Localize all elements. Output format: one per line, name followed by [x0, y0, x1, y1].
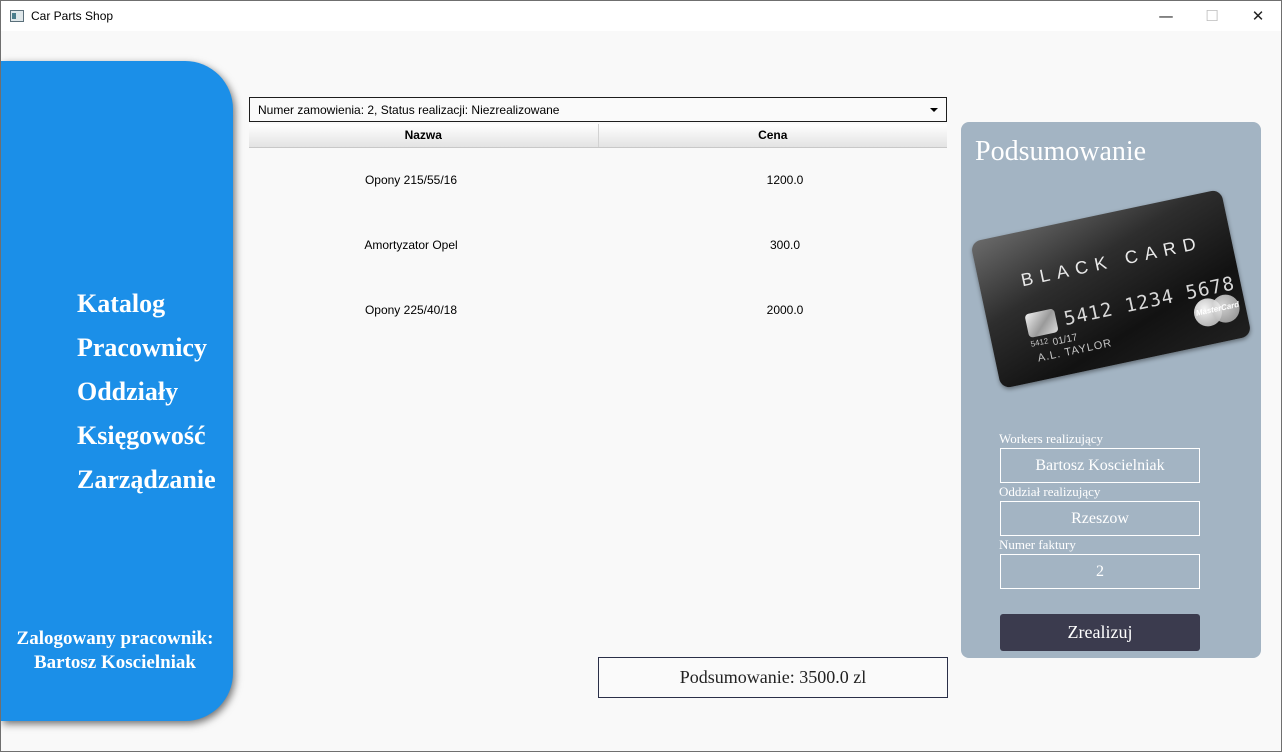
- column-header-nazwa[interactable]: Nazwa: [249, 124, 598, 147]
- cell-price: 2000.0: [766, 303, 804, 317]
- maximize-button[interactable]: ☐: [1189, 1, 1235, 31]
- logged-in-name: Bartosz Koscielniak: [33, 652, 197, 673]
- sidebar-item-ksiegowosc[interactable]: Księgowość: [77, 421, 216, 465]
- summary-title: Podsumowanie: [975, 136, 1147, 167]
- cell-name: Opony 225/40/18: [364, 303, 458, 317]
- app-icon: [10, 10, 24, 22]
- workers-label: Workers realizujący: [999, 431, 1103, 446]
- table-row[interactable]: Opony 215/55/16 1200.0: [249, 148, 947, 213]
- minimize-button[interactable]: —: [1143, 1, 1189, 31]
- window-title: Car Parts Shop: [31, 9, 114, 23]
- order-total: Podsumowanie: 3500.0 zl: [598, 657, 948, 698]
- sidebar-nav: Katalog Pracownicy Oddziały Księgowość Z…: [77, 289, 216, 509]
- sidebar-item-katalog[interactable]: Katalog: [77, 289, 216, 333]
- card-chip-icon: [1024, 308, 1059, 339]
- table-header: Nazwa Cena: [249, 124, 947, 148]
- cell-name: Opony 215/55/16: [364, 173, 458, 187]
- sidebar-item-oddzialy[interactable]: Oddziały: [77, 377, 216, 421]
- close-button[interactable]: ✕: [1235, 1, 1281, 31]
- table-row[interactable]: Opony 225/40/18 2000.0: [249, 278, 947, 343]
- logged-in-label: Zalogowany pracownik:: [16, 628, 214, 649]
- sidebar: Katalog Pracownicy Oddziały Księgowość Z…: [1, 61, 233, 721]
- card-small-number: 5412: [1029, 336, 1050, 349]
- cell-name: Amortyzator Opel: [364, 238, 458, 252]
- order-dropdown-value: Numer zamowienia: 2, Status realizacji: …: [258, 103, 560, 117]
- cell-price: 1200.0: [766, 173, 804, 187]
- logged-in-user: Zalogowany pracownik: Bartosz Koscielnia…: [1, 627, 229, 675]
- column-header-cena[interactable]: Cena: [597, 124, 948, 147]
- realize-order-button[interactable]: Zrealizuj: [1000, 614, 1200, 651]
- card-brand: BLACK CARD: [1019, 232, 1205, 291]
- branch-field[interactable]: Rzeszow: [1000, 501, 1200, 536]
- app-window: Car Parts Shop — ☐ ✕ Katalog Pracownicy …: [0, 0, 1282, 752]
- cell-price: 300.0: [769, 238, 801, 252]
- table-row[interactable]: Amortyzator Opel 300.0: [249, 213, 947, 278]
- credit-card-image: BLACK CARD 5412 1234 5678 9010 5412 01/1…: [970, 189, 1252, 389]
- sidebar-item-pracownicy[interactable]: Pracownicy: [77, 333, 216, 377]
- order-dropdown[interactable]: Numer zamowienia: 2, Status realizacji: …: [249, 97, 947, 122]
- branch-label: Oddział realizujący: [999, 484, 1101, 499]
- workers-field[interactable]: Bartosz Koscielniak: [1000, 448, 1200, 483]
- invoice-number-field[interactable]: 2: [1000, 554, 1200, 589]
- title-bar: Car Parts Shop — ☐ ✕: [1, 1, 1281, 31]
- sidebar-item-zarzadzanie[interactable]: Zarządzanie: [77, 465, 216, 509]
- dropdown-arrow-icon: [930, 108, 938, 112]
- invoice-number-label: Numer faktury: [999, 537, 1076, 552]
- summary-panel: Podsumowanie BLACK CARD 5412 1234 5678 9…: [961, 122, 1261, 658]
- order-items-table: Nazwa Cena Opony 215/55/16 1200.0 Amorty…: [249, 124, 947, 343]
